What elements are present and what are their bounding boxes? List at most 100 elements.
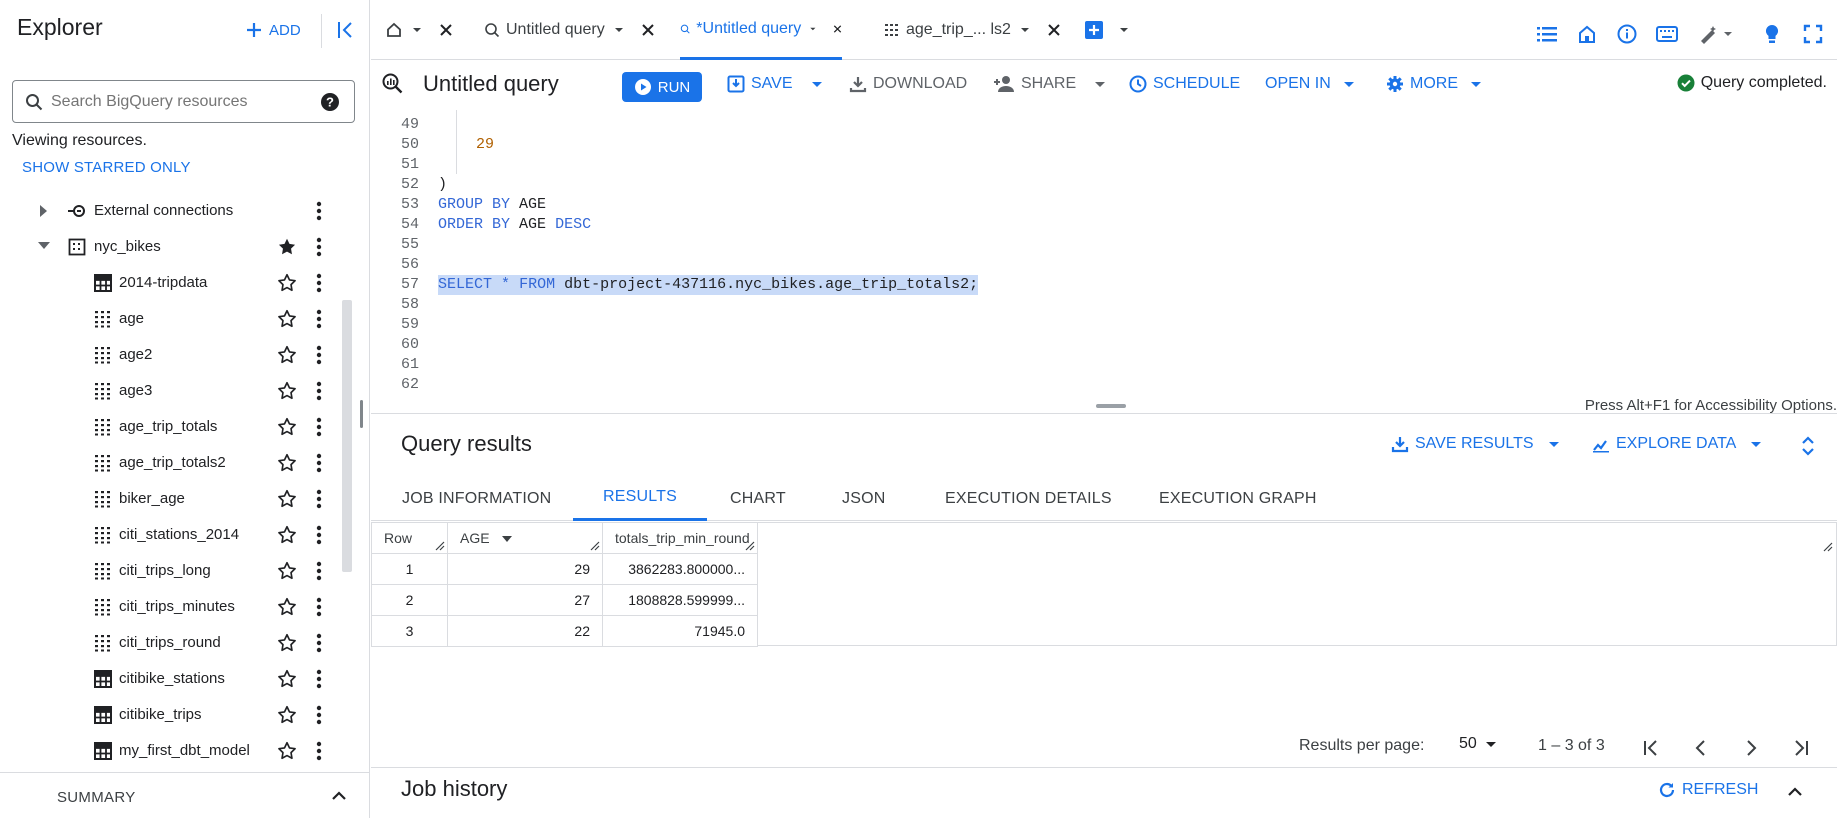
tab-execution-details[interactable]: EXECUTION DETAILS bbox=[944, 476, 1113, 521]
tree-item-citi-trips-round[interactable]: citi_trips_round bbox=[0, 625, 340, 661]
table-row[interactable]: 3 22 71945.0 bbox=[371, 615, 758, 647]
list-icon[interactable] bbox=[1537, 25, 1557, 43]
more-vert-icon[interactable] bbox=[311, 272, 327, 294]
run-button[interactable]: RUN bbox=[622, 72, 702, 102]
expand-arrow-icon[interactable] bbox=[37, 204, 49, 218]
tab-home[interactable] bbox=[385, 0, 453, 60]
dropdown-arrow-icon[interactable] bbox=[809, 23, 817, 35]
schedule-button[interactable]: SCHEDULE bbox=[1129, 75, 1240, 93]
summary-section[interactable]: SUMMARY bbox=[0, 772, 370, 818]
sql-editor[interactable]: 49 50 29 51 52) 53 GROUP BY AGE 54 ORDER BY AGE … bbox=[371, 106, 1837, 396]
new-tab-button[interactable] bbox=[1084, 0, 1130, 60]
table-cell[interactable]: 2 bbox=[371, 584, 448, 616]
expand-icon[interactable] bbox=[1799, 435, 1817, 457]
help-icon[interactable]: ? bbox=[320, 92, 340, 112]
collapse-panel-button[interactable] bbox=[334, 18, 358, 42]
more-vert-icon[interactable] bbox=[311, 740, 327, 762]
table-cell[interactable]: 29 bbox=[447, 553, 603, 585]
more-vert-icon[interactable] bbox=[311, 344, 327, 366]
next-page-icon[interactable] bbox=[1741, 738, 1761, 758]
previous-page-icon[interactable] bbox=[1691, 738, 1711, 758]
tab-json[interactable]: JSON bbox=[841, 476, 886, 521]
dropdown-arrow-icon[interactable] bbox=[1019, 24, 1031, 36]
sort-descending-icon[interactable] bbox=[501, 534, 513, 544]
star-icon[interactable] bbox=[276, 632, 298, 654]
keyboard-icon[interactable] bbox=[1656, 26, 1678, 42]
more-vert-icon[interactable] bbox=[311, 488, 327, 510]
table-cell[interactable]: 1 bbox=[371, 553, 448, 585]
star-icon[interactable] bbox=[276, 704, 298, 726]
star-icon[interactable] bbox=[276, 488, 298, 510]
editor-results-splitter[interactable]: Press Alt+F1 for Accessibility Options. bbox=[371, 396, 1837, 414]
dropdown-arrow-icon[interactable] bbox=[1118, 24, 1130, 36]
tree-item-biker-age[interactable]: biker_age bbox=[0, 481, 340, 517]
dropdown-arrow-icon[interactable] bbox=[411, 24, 423, 36]
lightbulb-icon[interactable] bbox=[1763, 24, 1781, 44]
tree-item-age3[interactable]: age3 bbox=[0, 373, 340, 409]
tree-item-age2[interactable]: age2 bbox=[0, 337, 340, 373]
resize-icon[interactable] bbox=[590, 541, 600, 551]
resize-icon[interactable] bbox=[435, 541, 445, 551]
column-header-row[interactable]: Row bbox=[371, 522, 448, 554]
panel-resize-handle[interactable] bbox=[360, 400, 363, 428]
tab-job-information[interactable]: JOB INFORMATION bbox=[401, 476, 552, 521]
close-icon[interactable] bbox=[641, 23, 655, 37]
table-cell[interactable]: 22 bbox=[447, 615, 603, 647]
tree-item-2014-tripdata[interactable]: 2014-tripdata bbox=[0, 265, 340, 301]
more-button[interactable]: MORE bbox=[1386, 75, 1482, 93]
tree-item-citi-trips-minutes[interactable]: citi_trips_minutes bbox=[0, 589, 340, 625]
table-row[interactable]: 1 29 3862283.800000... bbox=[371, 553, 758, 585]
dropdown-arrow-icon[interactable] bbox=[613, 24, 625, 36]
more-vert-icon[interactable] bbox=[311, 524, 327, 546]
more-vert-icon[interactable] bbox=[311, 632, 327, 654]
more-vert-icon[interactable] bbox=[311, 380, 327, 402]
star-icon[interactable] bbox=[276, 740, 298, 762]
page-size-select[interactable]: 50 bbox=[1459, 735, 1497, 753]
tree-item-external-connections[interactable]: External connections bbox=[0, 193, 340, 229]
tree-item-age-trip-totals[interactable]: age_trip_totals bbox=[0, 409, 340, 445]
explore-data-button[interactable]: EXPLORE DATA bbox=[1592, 435, 1762, 453]
star-icon[interactable] bbox=[276, 524, 298, 546]
star-icon[interactable] bbox=[276, 560, 298, 582]
chevron-up-icon[interactable] bbox=[1785, 782, 1805, 802]
info-icon[interactable] bbox=[1617, 24, 1637, 44]
table-cell[interactable]: 27 bbox=[447, 584, 603, 616]
refresh-button[interactable]: REFRESH bbox=[1658, 781, 1758, 799]
star-icon[interactable] bbox=[276, 272, 298, 294]
resize-icon[interactable] bbox=[1823, 542, 1833, 552]
more-vert-icon[interactable] bbox=[311, 596, 327, 618]
collapse-arrow-icon[interactable] bbox=[37, 240, 51, 252]
star-icon[interactable] bbox=[276, 416, 298, 438]
splitter-handle[interactable] bbox=[1096, 404, 1126, 408]
star-icon[interactable] bbox=[276, 308, 298, 330]
fullscreen-icon[interactable] bbox=[1803, 24, 1823, 44]
more-vert-icon[interactable] bbox=[311, 704, 327, 726]
more-vert-icon[interactable] bbox=[311, 668, 327, 690]
magic-edit-icon[interactable] bbox=[1698, 24, 1734, 44]
home-icon[interactable] bbox=[1577, 24, 1597, 44]
tree-item-age-trip-totals2[interactable]: age_trip_totals2 bbox=[0, 445, 340, 481]
last-page-icon[interactable] bbox=[1791, 738, 1811, 758]
tree-item-citi-stations-2014[interactable]: citi_stations_2014 bbox=[0, 517, 340, 553]
close-icon[interactable] bbox=[439, 23, 453, 37]
tab-execution-graph[interactable]: EXECUTION GRAPH bbox=[1158, 476, 1318, 521]
share-button[interactable]: SHARE bbox=[993, 75, 1106, 93]
more-vert-icon[interactable] bbox=[311, 560, 327, 582]
sidebar-scrollbar[interactable] bbox=[342, 300, 352, 572]
close-icon[interactable] bbox=[833, 22, 842, 36]
close-icon[interactable] bbox=[1047, 23, 1061, 37]
table-cell[interactable]: 71945.0 bbox=[602, 615, 758, 647]
save-button[interactable]: SAVE bbox=[727, 75, 823, 93]
tab-results[interactable]: RESULTS bbox=[573, 476, 708, 521]
tree-item-citi-trips-long[interactable]: citi_trips_long bbox=[0, 553, 340, 589]
save-results-button[interactable]: SAVE RESULTS bbox=[1391, 435, 1560, 453]
table-row[interactable]: 2 27 1808828.599999... bbox=[371, 584, 758, 616]
tree-item-age[interactable]: age bbox=[0, 301, 340, 337]
tab-untitled-query-1[interactable]: Untitled query bbox=[484, 0, 655, 60]
column-header-totals[interactable]: totals_trip_min_round bbox=[602, 522, 758, 554]
tree-item-nyc-bikes[interactable]: nyc_bikes bbox=[0, 229, 340, 265]
star-icon[interactable] bbox=[276, 344, 298, 366]
tab-untitled-query-2[interactable]: *Untitled query bbox=[680, 0, 842, 60]
star-icon[interactable] bbox=[276, 596, 298, 618]
star-icon[interactable] bbox=[276, 452, 298, 474]
